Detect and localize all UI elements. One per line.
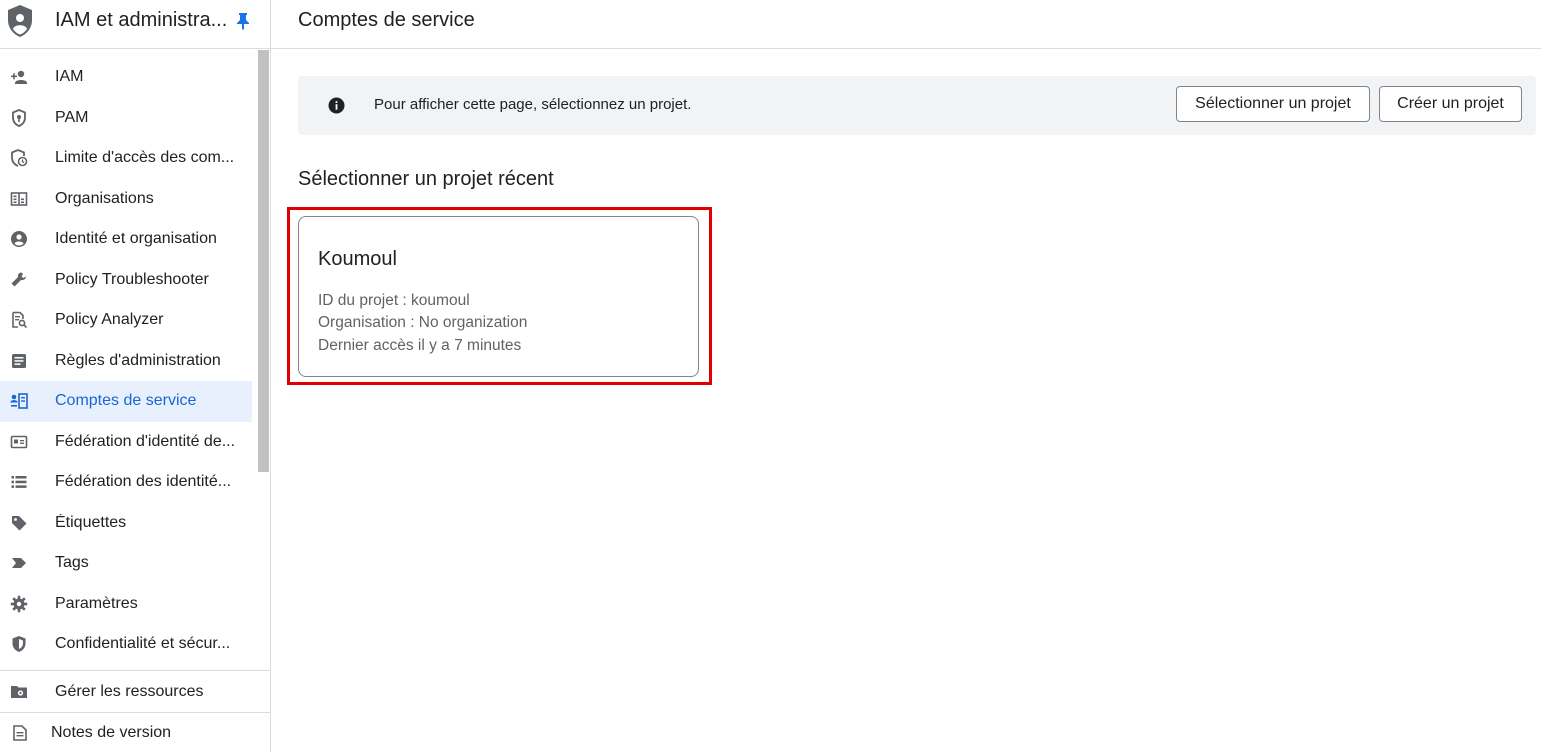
doc-search-icon (12, 311, 28, 329)
shield-clock-icon (11, 149, 28, 168)
sidebar-item-label: Paramètres (55, 594, 138, 612)
info-icon (328, 97, 345, 114)
id-card-icon (10, 435, 28, 449)
sidebar-item-label: Fédération d'identité de... (55, 432, 236, 450)
project-name: Koumoul (318, 248, 397, 270)
sidebar-item-label: Règles d'administration (55, 351, 221, 369)
sidebar-item-label: Identité et organisation (55, 230, 217, 248)
project-last-access: Dernier accès il y a 7 minutes (318, 337, 522, 354)
sidebar-item-admin-rules[interactable]: Règles d'administration (0, 341, 256, 382)
sidebar-item-workload-federation[interactable]: Fédération des identité... (0, 462, 256, 503)
recent-project-card[interactable]: Koumoul ID du projet : koumoul Organisat… (298, 216, 699, 377)
page-title: Comptes de service (298, 9, 475, 31)
service-account-icon (10, 393, 28, 410)
select-project-button[interactable]: Sélectionner un projet (1176, 86, 1370, 122)
project-organization: Organisation : No organization (318, 314, 528, 331)
sidebar-item-label: PAM (55, 108, 89, 126)
document-icon (12, 353, 26, 368)
release-notes-icon (13, 724, 27, 741)
project-id: ID du projet : koumoul (318, 292, 470, 309)
sidebar-scrollbar[interactable] (258, 50, 269, 472)
wrench-icon (11, 272, 26, 287)
sidebar-item-privacy-security[interactable]: Confidentialité et sécur... (0, 624, 256, 665)
account-circle-icon (11, 231, 27, 248)
sidebar-item-labels[interactable]: Étiquettes (0, 503, 256, 544)
create-project-button[interactable]: Créer un projet (1379, 86, 1522, 122)
page-header: Comptes de service (271, 0, 1541, 49)
sidebar-item-iam[interactable]: IAM (0, 57, 256, 98)
building-icon (10, 191, 28, 206)
product-title: IAM et administra... (55, 9, 228, 31)
sidebar-item-label: Organisations (55, 189, 154, 207)
sidebar-item-label: Tags (55, 554, 89, 572)
sidebar-item-label: Policy Troubleshooter (55, 270, 209, 288)
sidebar-item-label: IAM (55, 68, 84, 86)
sidebar-item-identity-org[interactable]: Identité et organisation (0, 219, 256, 260)
release-notes-link[interactable]: Notes de version (0, 712, 270, 752)
sidebar-item-service-accounts[interactable]: Comptes de service (0, 381, 252, 422)
select-project-banner: Pour afficher cette page, sélectionnez u… (298, 76, 1536, 135)
banner-message: Pour afficher cette page, sélectionnez u… (374, 96, 692, 113)
sidebar-item-tags[interactable]: Tags (0, 543, 256, 584)
sidebar-item-label: Fédération des identité... (55, 473, 232, 491)
sidebar-header: IAM et administra... (0, 0, 270, 49)
person-add-icon (11, 71, 27, 85)
sidebar-item-label: Étiquettes (55, 513, 127, 531)
folder-gear-icon (11, 685, 27, 698)
gear-icon (10, 595, 28, 612)
sidebar-item-label: Comptes de service (55, 392, 197, 410)
sidebar-item-pam[interactable]: PAM (0, 98, 256, 139)
sidebar-item-policy-troubleshooter[interactable]: Policy Troubleshooter (0, 260, 256, 301)
sidebar-nav: IAM PAM Limite d'accès des com... Organi… (0, 57, 256, 665)
sidebar-item-organisations[interactable]: Organisations (0, 179, 256, 220)
manage-resources-label: Gérer les ressources (55, 682, 204, 700)
sidebar: IAM et administra... IAM PAM Limite d'ac… (0, 0, 271, 752)
sidebar-item-settings[interactable]: Paramètres (0, 584, 256, 625)
recent-projects-title: Sélectionner un projet récent (298, 168, 554, 190)
sidebar-item-policy-analyzer[interactable]: Policy Analyzer (0, 300, 256, 341)
iam-shield-logo-icon (8, 5, 32, 37)
tag-arrow-icon (12, 558, 26, 569)
sidebar-item-label: Confidentialité et sécur... (55, 635, 231, 653)
sidebar-item-access-boundary[interactable]: Limite d'accès des com... (0, 138, 256, 179)
sidebar-item-workforce-federation[interactable]: Fédération d'identité de... (0, 422, 256, 463)
shield-icon (12, 636, 26, 653)
manage-resources-link[interactable]: Gérer les ressources (0, 670, 270, 712)
pin-icon[interactable] (235, 12, 251, 30)
sidebar-item-label: Policy Analyzer (55, 311, 164, 329)
release-notes-label: Notes de version (51, 723, 172, 741)
shield-key-icon (12, 108, 26, 127)
list-icon (11, 476, 27, 489)
sidebar-item-label: Limite d'accès des com... (55, 149, 235, 167)
label-icon (12, 515, 27, 531)
